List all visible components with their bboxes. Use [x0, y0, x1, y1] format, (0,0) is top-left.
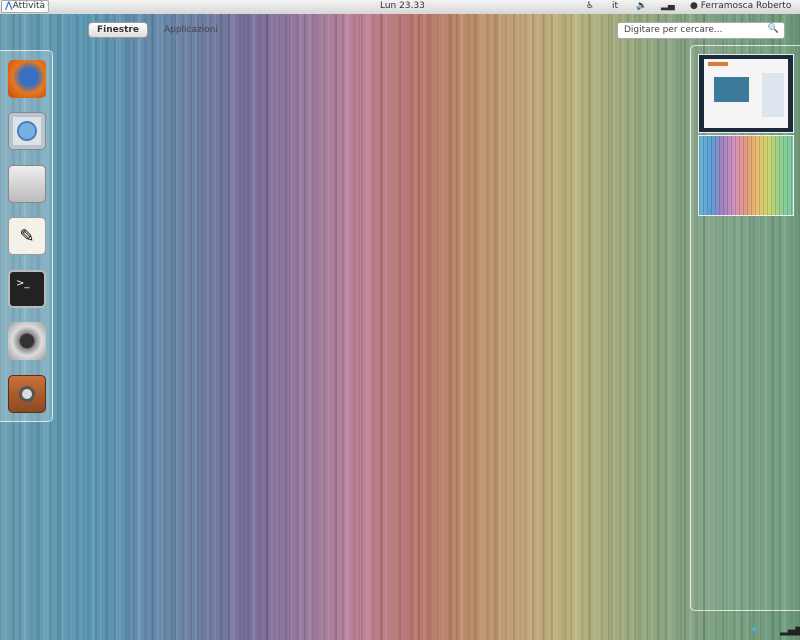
tab-applications[interactable]: Applicazioni	[156, 23, 226, 37]
accessibility-icon[interactable]: ♿	[586, 1, 594, 11]
terminal-prompt: >_	[16, 278, 30, 289]
workspace-thumbnail-2[interactable]	[698, 135, 794, 216]
status-icon: ●	[690, 1, 698, 11]
network-icon[interactable]: ▂▄	[661, 1, 675, 11]
signal-tray-icon[interactable]: ▂▄▆	[780, 625, 800, 636]
search-placeholder: Digitare per cercare...	[624, 25, 723, 35]
dash: ✎ >_	[0, 50, 53, 422]
volume-icon[interactable]: 🔈	[636, 1, 647, 11]
workspace-thumbnail-1[interactable]	[698, 54, 794, 133]
file-manager-icon[interactable]	[8, 165, 46, 203]
browser-window-thumbnail	[704, 59, 788, 128]
text-editor-icon[interactable]: ✎	[8, 217, 46, 255]
activities-button[interactable]: ⋀Attività	[1, 0, 50, 13]
workspace-panel	[690, 45, 800, 611]
user-menu[interactable]: ● Ferramosca Roberto	[690, 1, 791, 11]
keyboard-layout[interactable]: it	[612, 1, 618, 11]
top-bar: ⋀Attività Lun 23.33 ♿ it 🔈 ▂▄ ● Ferramos…	[0, 0, 800, 14]
chromium-icon[interactable]	[8, 112, 46, 150]
activities-label: Attività	[12, 1, 46, 11]
search-icon: 🔍	[767, 24, 779, 34]
tab-windows[interactable]: Finestre	[88, 22, 148, 38]
clock[interactable]: Lun 23.33	[380, 1, 425, 11]
audio-player-icon[interactable]	[8, 375, 46, 413]
firefox-icon[interactable]	[8, 60, 46, 98]
search-input[interactable]: Digitare per cercare... 🔍	[617, 22, 785, 39]
view-selector: Finestre Applicazioni	[88, 22, 226, 38]
notification-tray-icon[interactable]: ✦	[750, 625, 758, 636]
webcam-icon[interactable]	[8, 322, 46, 360]
user-name: Ferramosca Roberto	[700, 1, 792, 11]
terminal-icon[interactable]: >_	[8, 270, 46, 308]
activities-logo-icon: ⋀	[5, 1, 13, 11]
